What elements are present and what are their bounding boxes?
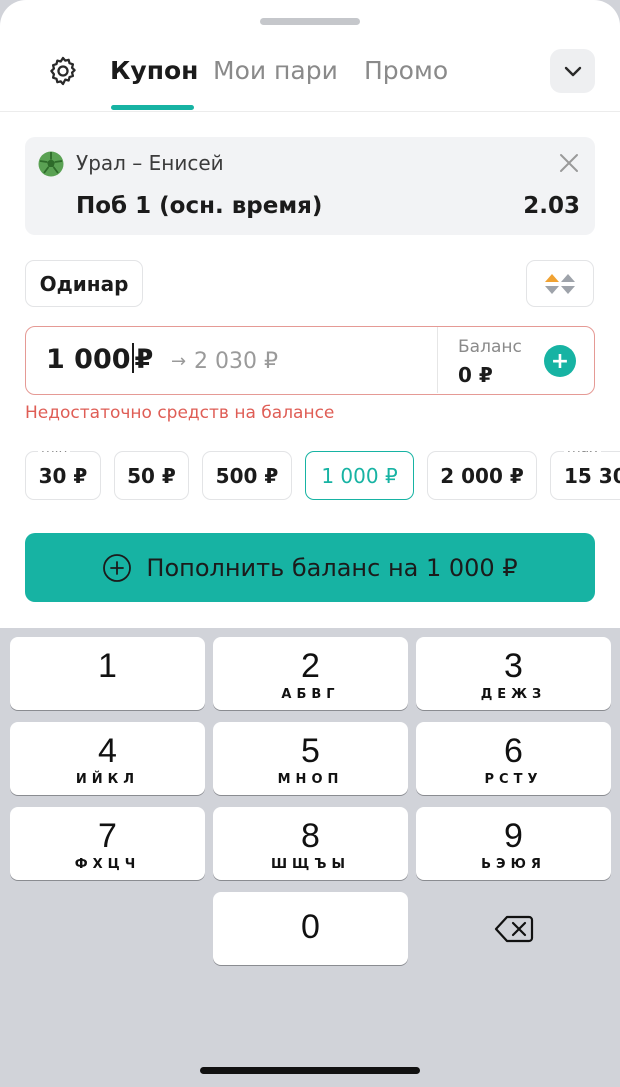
stake-input[interactable]: 1 000 ₽ xyxy=(46,343,153,375)
chip-label: 2 000 ₽ xyxy=(440,463,524,488)
coupon-sheet: Купон Мои пари Промо Урал – Енисей Поб 1… xyxy=(0,0,620,628)
quick-amount-chip[interactable]: 50 ₽ xyxy=(114,451,189,500)
quick-amount-chip-selected[interactable]: 1 000 ₽ xyxy=(305,451,414,500)
key-letters: ДЕЖЗ xyxy=(480,687,547,702)
football-icon xyxy=(38,151,64,177)
quick-amount-chip[interactable]: 500 ₽ xyxy=(202,451,292,500)
stake-currency: ₽ xyxy=(134,344,154,375)
sheet-grabber[interactable] xyxy=(260,18,360,25)
key-9[interactable]: 9 ЬЭЮЯ xyxy=(416,807,611,880)
tab-coupon[interactable]: Купон xyxy=(110,56,198,85)
key-0[interactable]: 0 xyxy=(213,892,408,965)
key-5[interactable]: 5 МНОП xyxy=(213,722,408,795)
key-digit: 9 xyxy=(504,817,523,855)
key-6[interactable]: 6 РСТУ xyxy=(416,722,611,795)
collapse-button[interactable] xyxy=(550,49,595,93)
chip-label: 1 000 ₽ xyxy=(321,463,398,488)
backspace-icon xyxy=(494,915,533,942)
min-tag: min xyxy=(38,451,71,456)
key-2[interactable]: 2 АБВГ xyxy=(213,637,408,710)
chip-label: 500 ₽ xyxy=(215,463,279,488)
key-digit: 4 xyxy=(98,732,117,770)
key-letters: МНОП xyxy=(277,772,344,787)
plus-icon: + xyxy=(550,348,570,374)
chevron-down-icon xyxy=(564,66,581,77)
key-4[interactable]: 4 ИЙКЛ xyxy=(10,722,205,795)
bet-type-selector[interactable]: Одинар xyxy=(25,260,143,307)
key-letters: АБВГ xyxy=(281,687,340,702)
key-3[interactable]: 3 ДЕЖЗ xyxy=(416,637,611,710)
coupon-tabs: Купон Мои пари Промо xyxy=(0,40,620,112)
balance-label: Баланс xyxy=(458,337,522,357)
key-digit: 7 xyxy=(98,817,117,855)
key-letters: ИЙКЛ xyxy=(75,772,140,787)
quick-amount-chip[interactable]: 2 000 ₽ xyxy=(427,451,537,500)
tab-promo[interactable]: Промо xyxy=(364,56,448,85)
potential-win: 2 030 ₽ xyxy=(194,349,278,374)
quick-amount-min[interactable]: min 30 ₽ xyxy=(25,451,101,500)
home-indicator xyxy=(200,1067,420,1074)
key-digit: 2 xyxy=(301,647,320,685)
key-letters: РСТУ xyxy=(484,772,543,787)
arrow-right-icon: → xyxy=(171,351,187,372)
key-1[interactable]: 1 xyxy=(10,637,205,710)
bet-outcome: Поб 1 (осн. время) xyxy=(76,193,323,219)
quick-amount-chips: min 30 ₽ 50 ₽ 500 ₽ 1 000 ₽ 2 000 ₽ max … xyxy=(25,451,620,501)
sort-arrows-icon xyxy=(545,273,575,294)
key-digit: 5 xyxy=(301,732,320,770)
bet-selection-card: Урал – Енисей Поб 1 (осн. время) 2.03 xyxy=(25,137,595,235)
key-digit: 1 xyxy=(98,647,117,685)
tab-my-bets[interactable]: Мои пари xyxy=(213,56,338,85)
plus-circle-icon xyxy=(103,553,132,582)
bet-odds: 2.03 xyxy=(523,193,580,219)
stake-value: 1 000 xyxy=(46,344,131,375)
chip-label: 30 ₽ xyxy=(38,463,88,488)
chip-label: 50 ₽ xyxy=(127,463,176,488)
key-letters: ФХЦЧ xyxy=(74,857,141,872)
add-balance-button[interactable]: + xyxy=(544,345,576,377)
text-caret xyxy=(131,343,134,373)
balance-value: 0 ₽ xyxy=(458,363,493,387)
key-digit: 3 xyxy=(504,647,523,685)
close-icon[interactable] xyxy=(557,151,581,175)
match-name: Урал – Енисей xyxy=(76,151,224,175)
stake-divider xyxy=(437,327,438,393)
key-letters: ЬЭЮЯ xyxy=(481,857,546,872)
key-7[interactable]: 7 ФХЦЧ xyxy=(10,807,205,880)
gear-icon[interactable] xyxy=(46,54,80,88)
stake-input-box[interactable]: 1 000 ₽ → 2 030 ₽ Баланс 0 ₽ + xyxy=(25,326,595,395)
key-digit: 6 xyxy=(504,732,523,770)
topup-label: Пополнить баланс на 1 000 ₽ xyxy=(146,553,518,582)
backspace-key[interactable] xyxy=(416,892,611,965)
insufficient-funds-error: Недостаточно средств на балансе xyxy=(25,403,335,423)
topup-balance-button[interactable]: Пополнить баланс на 1 000 ₽ xyxy=(25,533,595,602)
key-8[interactable]: 8 ШЩЪЫ xyxy=(213,807,408,880)
chip-label: 15 30 xyxy=(564,463,620,488)
quick-amount-max[interactable]: max 15 30 xyxy=(550,451,620,500)
key-digit: 8 xyxy=(301,817,320,855)
sort-button[interactable] xyxy=(526,260,594,307)
key-letters: ШЩЪЫ xyxy=(271,857,350,872)
active-tab-indicator xyxy=(111,105,194,110)
max-tag: max xyxy=(564,451,601,456)
numeric-keyboard: 1 2 АБВГ 3 ДЕЖЗ 4 ИЙКЛ 5 МНОП 6 РСТУ 7 ФХЦЧ 8 Ш… xyxy=(0,628,620,1087)
key-digit: 0 xyxy=(301,908,320,946)
